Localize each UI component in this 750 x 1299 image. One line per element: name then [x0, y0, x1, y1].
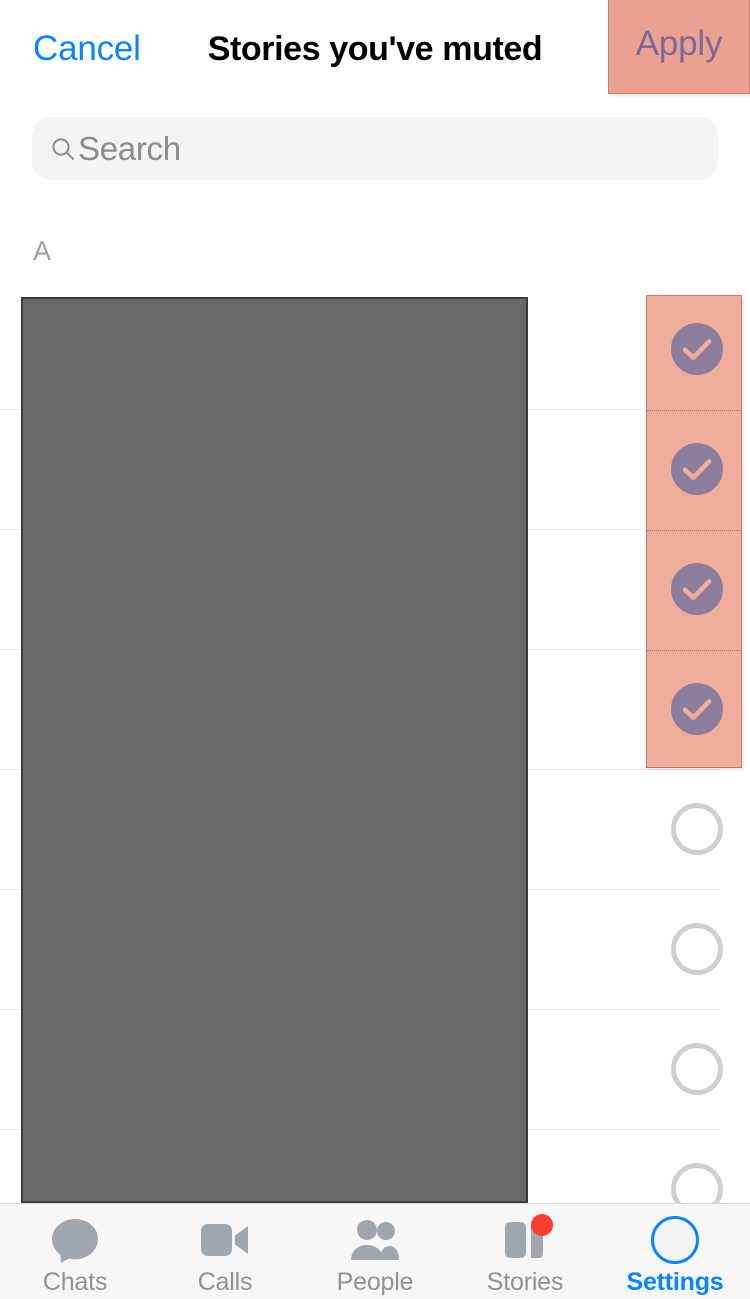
tab-label: People [336, 1268, 414, 1296]
search-input[interactable]: Search [78, 130, 181, 168]
cancel-button[interactable]: Cancel [33, 0, 141, 98]
tab-label: Stories [486, 1268, 564, 1296]
avatar-icon [649, 1216, 701, 1264]
search-inner: Search [50, 117, 181, 180]
apply-button[interactable]: Apply [608, 0, 750, 94]
tab-calls[interactable]: Calls [150, 1204, 300, 1299]
tab-label: Settings [626, 1268, 724, 1296]
checkbox-unchecked-icon[interactable] [671, 803, 723, 855]
video-camera-icon [199, 1216, 251, 1264]
checkbox-unchecked-icon[interactable] [671, 1043, 723, 1095]
tab-label: Chats [42, 1268, 108, 1296]
tab-settings[interactable]: Settings [600, 1204, 750, 1299]
tab-label: Calls [197, 1268, 253, 1296]
search-bar[interactable]: Search [32, 117, 718, 180]
checkbox-checked-icon[interactable] [671, 443, 723, 495]
people-icon [349, 1216, 401, 1264]
tab-chats[interactable]: Chats [0, 1204, 150, 1299]
stories-icon [499, 1214, 553, 1264]
tab-stories[interactable]: Stories [450, 1204, 600, 1299]
search-icon [50, 136, 76, 162]
tab-people[interactable]: People [300, 1204, 450, 1299]
app-screen: Stories you've muted Cancel Apply Search… [0, 0, 750, 1299]
chat-bubble-icon [49, 1216, 101, 1264]
avatar [651, 1216, 699, 1264]
notification-badge [531, 1214, 553, 1236]
checkbox-checked-icon[interactable] [671, 563, 723, 615]
section-header-letter: A [33, 236, 52, 266]
checkbox-checked-icon[interactable] [671, 683, 723, 735]
redaction-box [21, 297, 528, 1203]
checkbox-unchecked-icon[interactable] [671, 923, 723, 975]
checkbox-checked-icon[interactable] [671, 323, 723, 375]
bottom-tab-bar: Chats Calls People Stories Settings [0, 1203, 750, 1299]
